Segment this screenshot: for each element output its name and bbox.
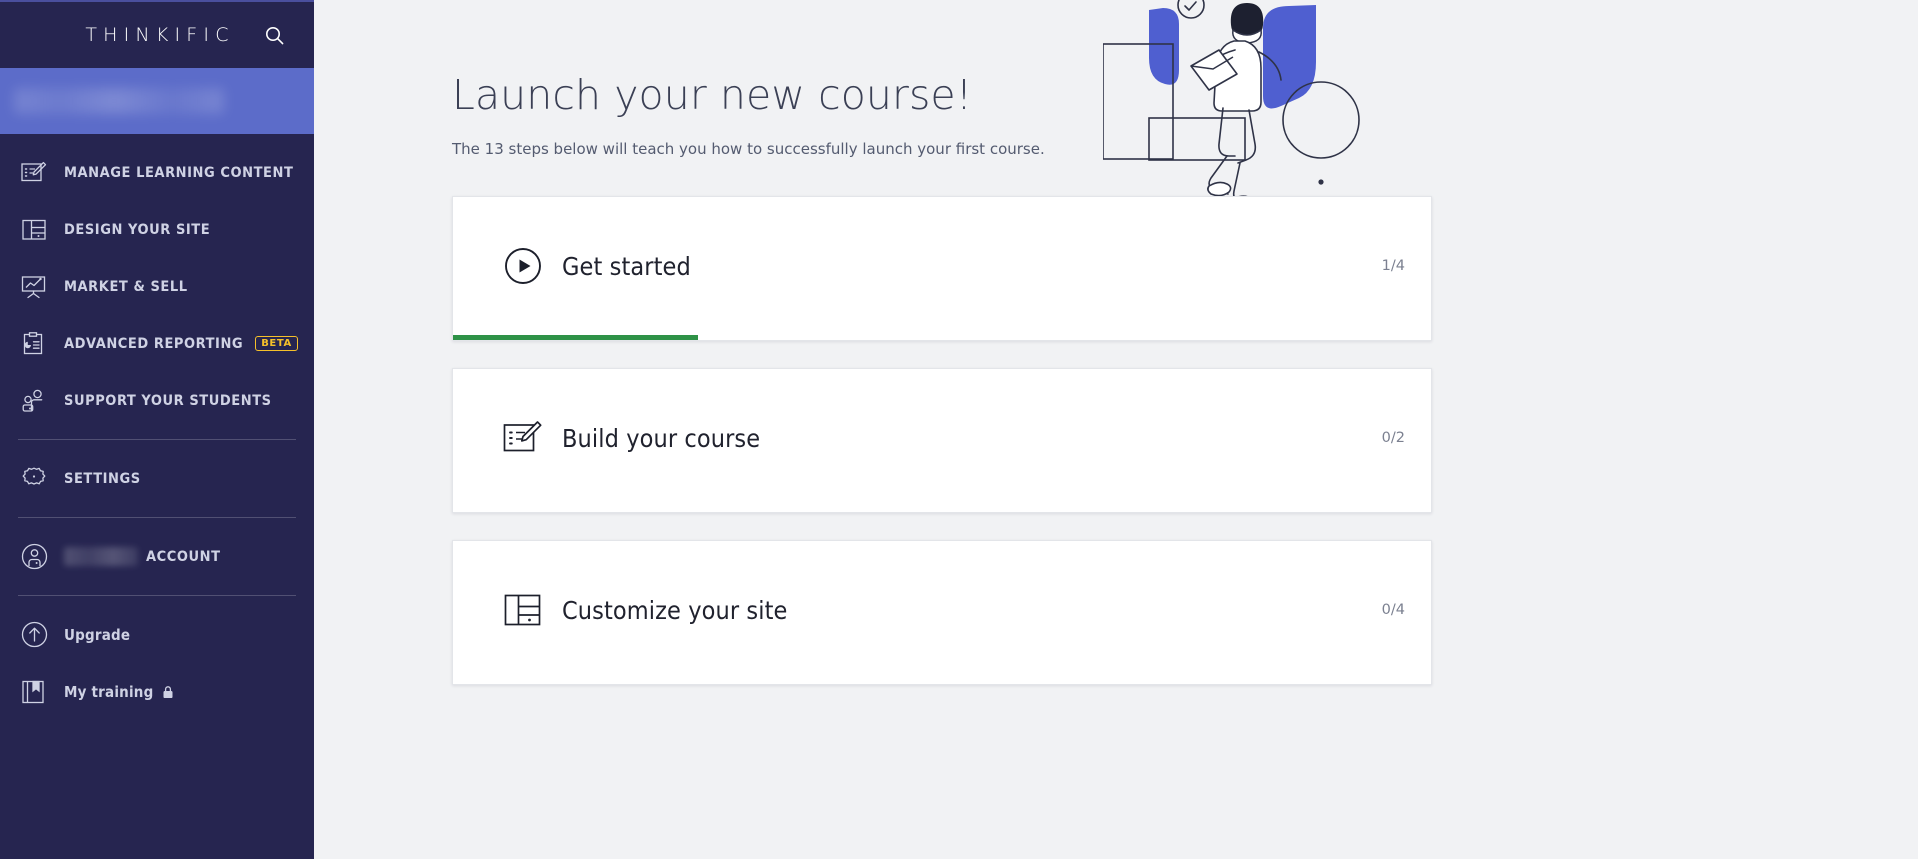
edit-document-icon	[18, 157, 50, 189]
card-body: Customize your site 0/4	[453, 541, 1431, 679]
sidebar-item-account[interactable]: ACCOUNT	[0, 528, 314, 585]
sidebar-nav: MANAGE LEARNING CONTENT DESIGN YOUR SITE	[0, 134, 314, 720]
sidebar-item-label: SETTINGS	[64, 470, 141, 487]
sidebar-item-label: ADVANCED REPORTING	[64, 335, 244, 352]
sidebar-item-advanced-reporting[interactable]: ADVANCED REPORTING BETA	[0, 315, 314, 372]
sidebar-item-market-and-sell[interactable]: MARKET & SELL	[0, 258, 314, 315]
sidebar-item-label: Upgrade	[64, 625, 131, 644]
clipboard-report-icon	[18, 328, 50, 360]
lock-icon	[162, 685, 174, 699]
status-badge-beta: BETA	[255, 335, 298, 352]
layout-panels-icon	[18, 214, 50, 246]
sidebar-divider-1	[18, 439, 296, 440]
progress-bar	[453, 679, 1431, 685]
arrow-up-circle-icon	[18, 619, 50, 651]
sidebar-item-manage-learning-content[interactable]: MANAGE LEARNING CONTENT	[0, 144, 314, 201]
sidebar-item-design-your-site[interactable]: DESIGN YOUR SITE	[0, 201, 314, 258]
card-progress-count: 0/2	[1381, 430, 1405, 447]
card-progress-count: 0/4	[1381, 602, 1405, 619]
sidebar-item-label: MANAGE LEARNING CONTENT	[64, 164, 294, 181]
sidebar: THINKIFIC MANAGE LEARNING CONTENT DESIGN…	[0, 0, 314, 859]
checklist-card-customize-your-site[interactable]: Customize your site 0/4	[452, 540, 1432, 686]
thinkific-logo[interactable]: THINKIFIC	[79, 24, 234, 46]
sidebar-item-upgrade[interactable]: Upgrade	[0, 606, 314, 663]
user-circle-icon	[18, 541, 50, 573]
card-body: Build your course 0/2	[453, 369, 1431, 507]
sidebar-divider-2	[18, 517, 296, 518]
card-title: Build your course	[562, 423, 761, 453]
gear-icon	[18, 463, 50, 495]
course-checklist: Get started 1/4 Build your course 0/2 Cu…	[452, 196, 1432, 686]
layout-panels-icon	[503, 590, 543, 630]
page-header: Launch your new course! The 13 steps bel…	[314, 0, 1918, 158]
sidebar-item-label: SUPPORT YOUR STUDENTS	[64, 392, 272, 409]
sidebar-item-my-training[interactable]: My training	[0, 663, 314, 720]
sidebar-divider-3	[18, 595, 296, 596]
play-circle-icon	[503, 246, 543, 286]
book-bookmark-icon	[18, 676, 50, 708]
progress-bar	[453, 507, 1431, 513]
current-site-selector[interactable]	[0, 68, 314, 134]
checklist-card-build-your-course[interactable]: Build your course 0/2	[452, 368, 1432, 514]
card-title: Get started	[562, 251, 691, 281]
sidebar-item-support-your-students[interactable]: SUPPORT YOUR STUDENTS	[0, 372, 314, 429]
sidebar-item-label: MARKET & SELL	[64, 278, 188, 295]
account-name-redacted	[64, 547, 138, 566]
sidebar-item-label: My training	[64, 682, 154, 701]
main-content: Launch your new course! The 13 steps bel…	[314, 0, 1918, 859]
checklist-card-get-started[interactable]: Get started 1/4	[452, 196, 1432, 342]
page-title: Launch your new course!	[452, 71, 973, 119]
sidebar-brand-bar: THINKIFIC	[0, 2, 314, 68]
card-body: Get started 1/4	[453, 197, 1431, 335]
app-root: THINKIFIC MANAGE LEARNING CONTENT DESIGN…	[0, 0, 1918, 859]
page-subtitle: The 13 steps below will teach you how to…	[452, 140, 1045, 159]
progress-bar	[453, 335, 1431, 341]
sidebar-item-label: ACCOUNT	[146, 548, 221, 565]
card-progress-count: 1/4	[1381, 258, 1405, 275]
search-icon[interactable]	[262, 23, 286, 47]
presentation-chart-icon	[18, 271, 50, 303]
site-name-redacted	[14, 88, 224, 114]
people-icon	[18, 385, 50, 417]
card-title: Customize your site	[562, 595, 788, 625]
sidebar-item-settings[interactable]: SETTINGS	[0, 450, 314, 507]
progress-bar-fill	[453, 335, 698, 341]
sidebar-item-label: DESIGN YOUR SITE	[64, 221, 211, 238]
edit-document-icon	[503, 418, 543, 458]
